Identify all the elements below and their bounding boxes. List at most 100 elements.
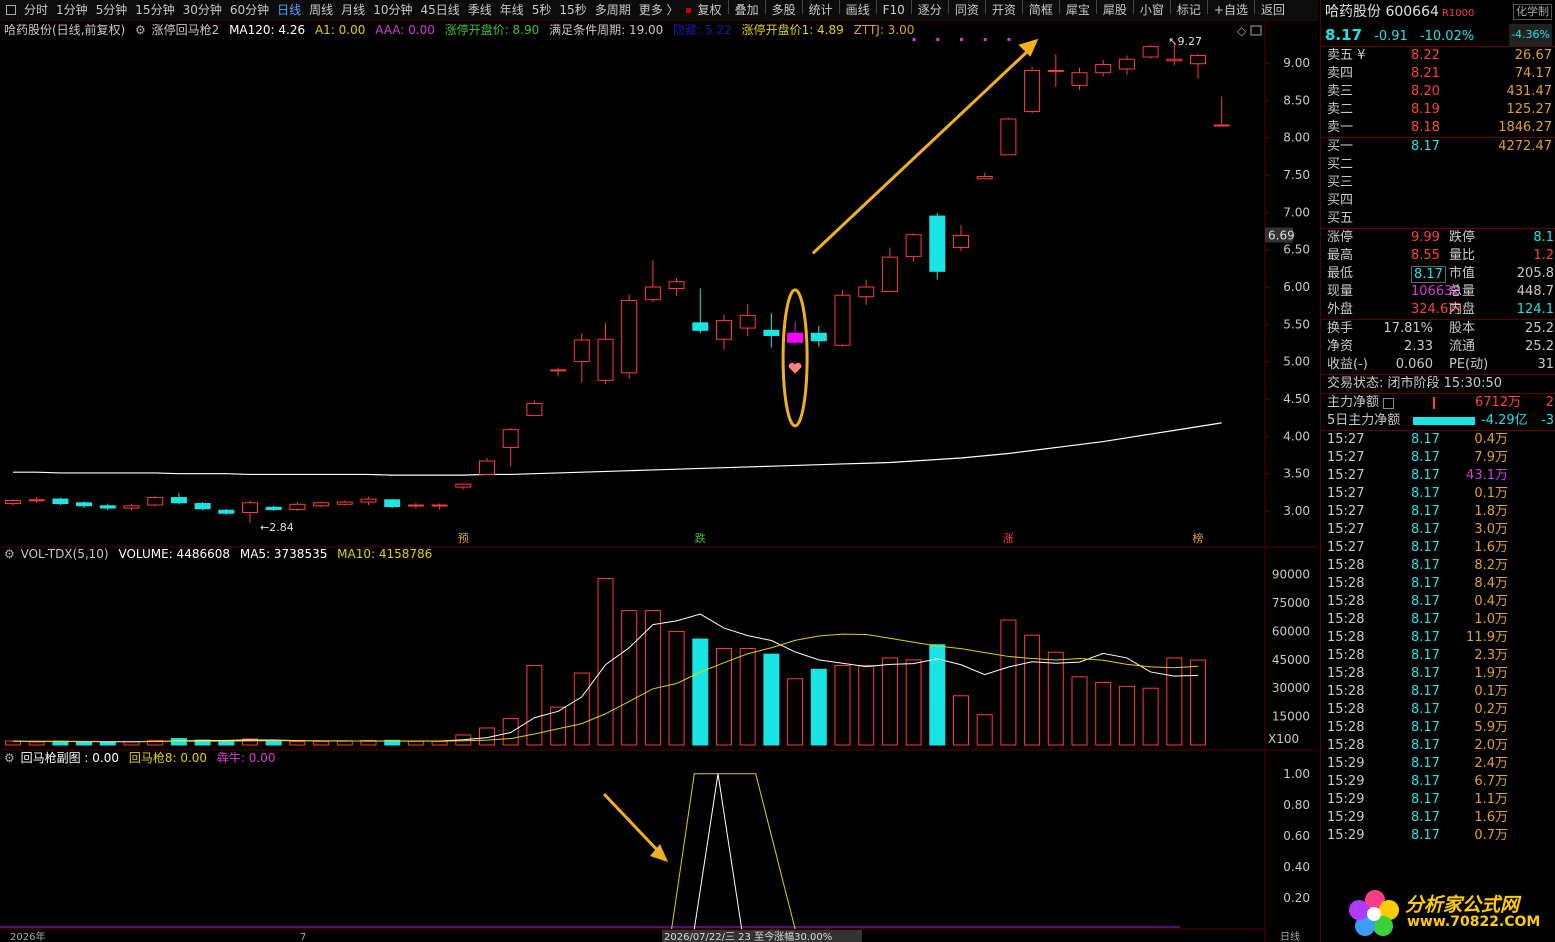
- stock-title: 哈药股份 600664: [1325, 4, 1439, 20]
- settings-icon[interactable]: ⚙: [4, 751, 15, 765]
- indicator-name[interactable]: 涨停回马枪2: [152, 23, 220, 37]
- ask-level[interactable]: 卖四 8.21 74.17: [1321, 65, 1555, 83]
- price-tick-label: 7.00: [1283, 205, 1310, 219]
- tool-button[interactable]: 开资: [988, 0, 1020, 20]
- doc-icon[interactable]: [1383, 398, 1394, 409]
- tool-button[interactable]: 犀股: [1099, 0, 1131, 20]
- vol-ma5: MA5: 3738535: [239, 547, 328, 561]
- tab-period[interactable]: 1分钟: [52, 0, 92, 20]
- tool-button[interactable]: 标记: [1173, 0, 1205, 20]
- tick-list[interactable]: 15:27 8.17 0.4万 15:27 8.17 7.9万 15:27 8.17 43.1万…: [1321, 431, 1555, 845]
- tick-row: 15:28 8.17 5.9万: [1327, 720, 1508, 735]
- candle-body: [929, 215, 946, 272]
- bid-level[interactable]: 买三: [1321, 174, 1555, 192]
- logo-text: 分析家公式网: [1405, 894, 1520, 916]
- settings-icon[interactable]: ⚙: [135, 23, 146, 37]
- volume-bar: [407, 740, 424, 746]
- price-pct: -10.02%: [1419, 29, 1475, 44]
- bid-level[interactable]: 买一 8.17 4272.47: [1321, 138, 1555, 156]
- tab-period[interactable]: 季线: [464, 0, 496, 20]
- settings-icon[interactable]: ⚙: [4, 547, 15, 561]
- stat-row: 换手 17.81% 股本 25.2: [1327, 321, 1554, 336]
- tool-button[interactable]: +自选: [1210, 0, 1252, 20]
- last-price: 8.17: [1325, 26, 1363, 44]
- ask-level[interactable]: 卖二 8.19 125.27: [1321, 101, 1555, 119]
- tick-row: 15:28 8.17 8.2万: [1327, 558, 1508, 573]
- tick-row: 15:28 8.17 1.0万: [1327, 612, 1508, 627]
- period-label: 日线: [1280, 930, 1300, 942]
- tool-button[interactable]: 统计: [805, 0, 837, 20]
- volume-bar: [953, 695, 969, 746]
- stats-block-2: 换手 17.81% 股本 25.2 净资 2.33 流通 25.2 收益(-) 0.060 PE(动…: [1321, 320, 1555, 374]
- tool-button[interactable]: 同资: [951, 0, 983, 20]
- tool-button[interactable]: 画线: [842, 0, 874, 20]
- tab-period[interactable]: 周线: [305, 0, 337, 20]
- date-label: 2026年: [10, 930, 45, 942]
- sub-ju: 犇牛: 0.00: [216, 751, 276, 765]
- tab-period[interactable]: 日线: [273, 0, 305, 20]
- tool-button[interactable]: 逐分: [914, 0, 946, 20]
- event-marker: 涨: [1003, 532, 1014, 545]
- volume-bar: [858, 665, 875, 746]
- highlight-oval: [781, 288, 809, 428]
- volume-bar: [739, 647, 756, 746]
- candle-body: [147, 497, 164, 506]
- sub-indicator-line: ⚙ 回马枪副图 : 0.00 回马枪8: 0.00 犇牛: 0.00: [4, 750, 281, 766]
- kline-chart[interactable]: 9.00 8.50 8.00 7.50 7.00 6.50 6.00 5.50 5.00 4.50…: [0, 21, 1318, 942]
- tool-button[interactable]: 多股: [768, 0, 800, 20]
- candle-body: [573, 339, 590, 363]
- industry-tag[interactable]: 化学制: [1513, 4, 1552, 20]
- volume-bar: [265, 740, 282, 746]
- tab-period[interactable]: 5分钟: [92, 0, 132, 20]
- candle-body: [218, 509, 235, 514]
- tab-period[interactable]: 45日线: [416, 0, 463, 20]
- tab-period[interactable]: 15分钟: [131, 0, 178, 20]
- tab-period[interactable]: 月线: [337, 0, 369, 20]
- candle-body: [1047, 69, 1064, 72]
- tick-row: 15:29 8.17 2.4万: [1327, 756, 1508, 771]
- tool-button[interactable]: 犀宝: [1062, 0, 1094, 20]
- tab-period[interactable]: 5秒: [528, 0, 556, 20]
- ask-level[interactable]: 卖三 8.20 431.47: [1321, 83, 1555, 101]
- volume-bar: [313, 740, 330, 746]
- tool-button[interactable]: F10: [879, 0, 909, 20]
- bid-level[interactable]: 买四: [1321, 192, 1555, 210]
- tab-period[interactable]: 更多 〉: [635, 0, 683, 20]
- tab-period[interactable]: 15秒: [555, 0, 590, 20]
- ask-level[interactable]: 卖五 ¥8.22 26.67: [1321, 47, 1555, 65]
- bid-level[interactable]: 买二: [1321, 156, 1555, 174]
- candle-body: [123, 505, 140, 509]
- bid-level[interactable]: 买五: [1321, 210, 1555, 228]
- main-indicator-line: 哈药股份(日线,前复权) ⚙ 涨停回马枪2 MA120: 4.26 A1: 0.…: [4, 22, 920, 38]
- tab-period[interactable]: 10分钟: [369, 0, 416, 20]
- tab-period[interactable]: 分时: [20, 0, 52, 20]
- tool-button[interactable]: 简框: [1025, 0, 1057, 20]
- signal-dot: [936, 38, 940, 41]
- tick-row: 15:28 8.17 0.4万: [1327, 594, 1508, 609]
- volume-bar: [336, 740, 353, 746]
- price-tick-label: 5.00: [1283, 355, 1310, 369]
- vol-name[interactable]: VOL-TDX(5,10): [21, 547, 109, 561]
- zttj-value: ZTTJ: 3.00: [853, 23, 915, 37]
- hmq-signal: [671, 773, 796, 930]
- candle-body: [265, 506, 282, 511]
- tab-period[interactable]: 多周期: [591, 0, 635, 20]
- tab-period[interactable]: 30分钟: [179, 0, 226, 20]
- volume-bar: [644, 610, 661, 746]
- tab-period[interactable]: 60分钟: [226, 0, 273, 20]
- stat-row: 外盘 324.6万 内盘 124.1: [1327, 302, 1554, 317]
- ma120-line: [13, 422, 1222, 476]
- tool-button[interactable]: 叠加: [731, 0, 763, 20]
- ask-level[interactable]: 卖一 8.18 1846.27: [1321, 119, 1555, 137]
- volume-bar: [99, 741, 116, 746]
- stat-row: 净资 2.33 流通 25.2: [1327, 339, 1554, 354]
- tool-button[interactable]: 复权: [694, 0, 726, 20]
- tool-button[interactable]: 小窗: [1136, 0, 1168, 20]
- volume-bar: [763, 653, 780, 746]
- tool-button[interactable]: 返回: [1257, 0, 1289, 20]
- gem-icon: [788, 362, 802, 374]
- window-icon[interactable]: [6, 5, 16, 15]
- tab-period[interactable]: 年线: [496, 0, 528, 20]
- hidden-value: 隐藏: 5.22: [673, 23, 732, 37]
- sub-name[interactable]: 回马枪副图 : 0.00: [21, 751, 119, 765]
